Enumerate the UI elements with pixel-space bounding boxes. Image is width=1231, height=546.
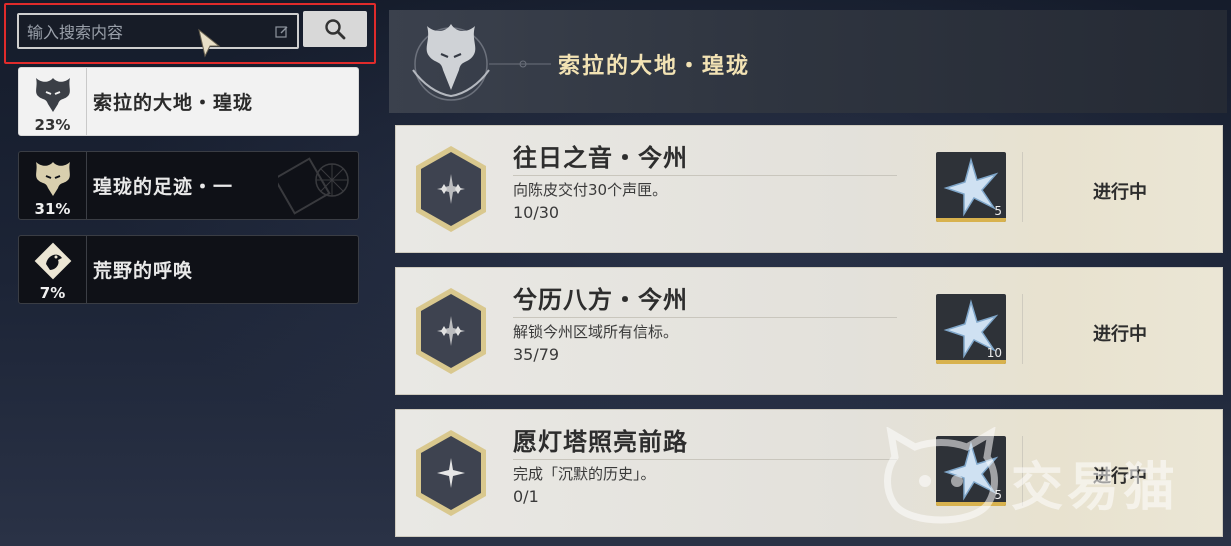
reward-quantity: 10 — [986, 346, 1002, 360]
search-highlight: 输入搜索内容 — [4, 3, 376, 64]
region-title: 索拉的大地・瑝珑 — [558, 54, 751, 79]
category-percent: 7% — [39, 284, 66, 302]
reward-rarity-bar — [936, 218, 1006, 222]
search-icon — [325, 19, 346, 40]
dragon-emblem-icon — [35, 162, 70, 196]
achievement-status: 进行中 — [1093, 324, 1147, 345]
divider — [1022, 152, 1023, 222]
achievement-name: 往日之音・今州 — [513, 144, 688, 172]
achievement-progress: 0/1 — [513, 487, 539, 506]
category-item-wild-call[interactable]: 7% 荒野的呼唤 — [18, 235, 359, 304]
search-input[interactable]: 输入搜索内容 — [17, 13, 299, 49]
achievement-description: 完成「沉默的历史」。 — [513, 465, 656, 483]
category-percent: 31% — [34, 200, 71, 218]
divider — [1022, 294, 1023, 364]
achievement-badge-icon — [416, 146, 486, 232]
dragon-emblem-icon — [35, 78, 70, 112]
achievement-progress: 35/79 — [513, 345, 560, 364]
reward-item[interactable]: 5 — [936, 436, 1006, 506]
category-label: 索拉的大地・瑝珑 — [93, 92, 254, 114]
reward-rarity-bar — [936, 360, 1006, 364]
category-item-sola-land[interactable]: 23% 索拉的大地・瑝珑 — [18, 67, 359, 136]
category-emblem: 31% — [19, 152, 87, 219]
category-emblem: 7% — [19, 236, 87, 303]
mouse-cursor-icon — [198, 28, 221, 58]
dragon-emblem-icon — [412, 24, 551, 101]
achievement-description: 向陈皮交付30个声匣。 — [513, 181, 668, 199]
search-placeholder: 输入搜索内容 — [27, 23, 124, 42]
reward-item[interactable]: 10 — [936, 294, 1006, 364]
achievement-card[interactable]: 兮历八方・今州 解锁今州区域所有信标。 35/79 10 进行中 — [395, 267, 1223, 395]
reward-rarity-bar — [936, 502, 1006, 506]
achievement-progress: 10/30 — [513, 203, 560, 222]
edit-icon — [275, 26, 288, 38]
achievement-description: 解锁今州区域所有信标。 — [513, 323, 679, 341]
category-percent: 23% — [34, 116, 71, 134]
search-button[interactable] — [303, 11, 367, 47]
bird-emblem-icon — [34, 242, 71, 280]
category-emblem: 23% — [19, 68, 87, 135]
achievement-card[interactable]: 愿灯塔照亮前路 完成「沉默的历史」。 0/1 5 进行中 — [395, 409, 1223, 537]
achievement-status: 进行中 — [1093, 466, 1147, 487]
reward-quantity: 5 — [994, 204, 1002, 218]
divider — [1022, 436, 1023, 506]
achievement-badge-icon — [416, 430, 486, 516]
achievement-card[interactable]: 往日之音・今州 向陈皮交付30个声匣。 10/30 5 进行中 — [395, 125, 1223, 253]
achievement-badge-icon — [416, 288, 486, 374]
divider — [513, 175, 897, 176]
category-label: 荒野的呼唤 — [93, 260, 194, 282]
category-label: 瑝珑的足迹・一 — [93, 176, 234, 198]
achievement-name: 愿灯塔照亮前路 — [513, 428, 688, 456]
divider — [513, 459, 897, 460]
reward-quantity: 5 — [994, 488, 1002, 502]
region-header-banner: 索拉的大地・瑝珑 — [389, 10, 1227, 113]
compass-deco-icon — [278, 157, 349, 215]
achievement-status: 进行中 — [1093, 182, 1147, 203]
reward-item[interactable]: 5 — [936, 152, 1006, 222]
achievement-name: 兮历八方・今州 — [513, 286, 688, 314]
divider — [513, 317, 897, 318]
category-item-footprints[interactable]: 31% 瑝珑的足迹・一 — [18, 151, 359, 220]
